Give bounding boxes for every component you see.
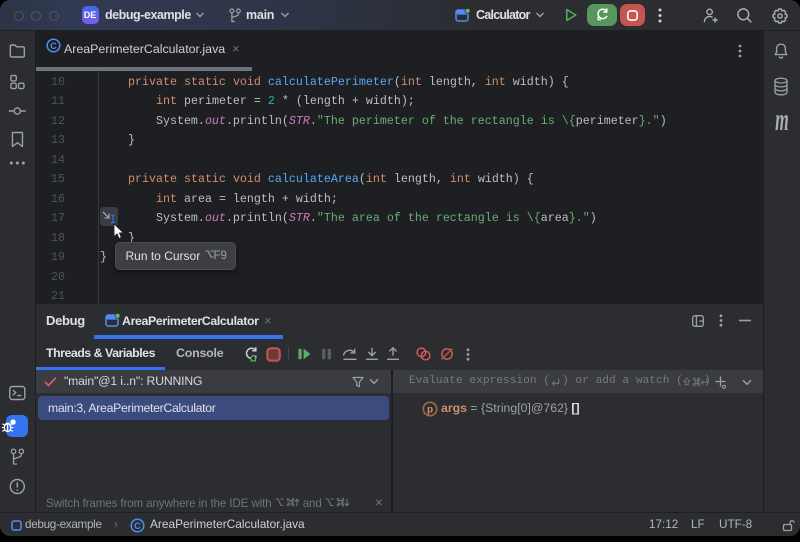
svg-text:C: C [50, 40, 57, 50]
svg-text:p: p [427, 405, 433, 416]
svg-text:C: C [134, 520, 141, 530]
